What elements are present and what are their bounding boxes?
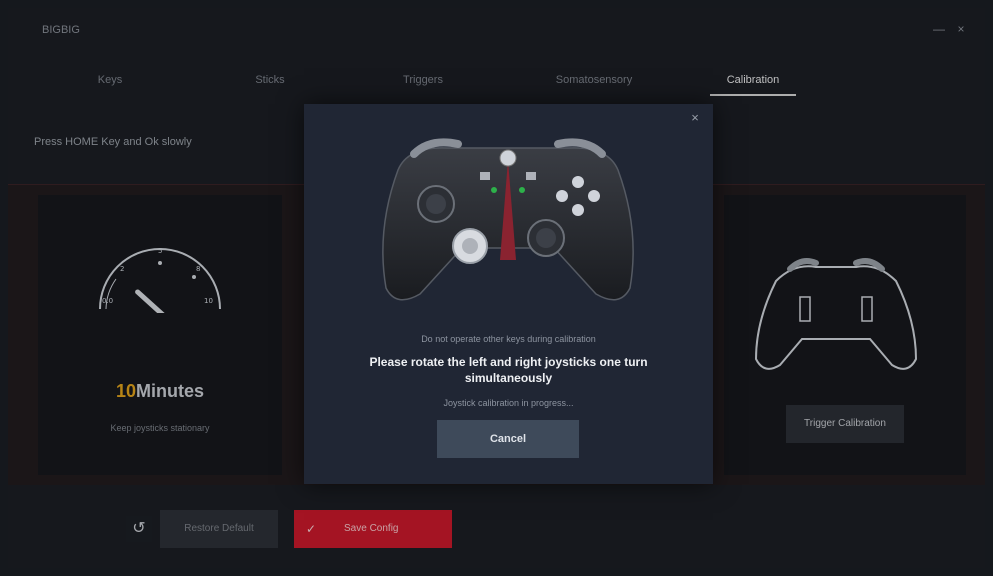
dialog-instruction: Please rotate the left and right joystic… — [369, 355, 648, 385]
dialog-progress: Joystick calibration in progress... — [443, 398, 574, 408]
close-icon[interactable]: × — [687, 110, 703, 126]
cancel-button[interactable]: Cancel — [437, 420, 579, 458]
controller-image — [382, 138, 634, 301]
dialog-warning: Do not operate other keys during calibra… — [421, 334, 596, 344]
calibration-dialog: × Do not operate other keys during calib… — [304, 104, 713, 484]
app-window: BIGBIG — × Keys Sticks Triggers Somatose… — [8, 8, 985, 568]
